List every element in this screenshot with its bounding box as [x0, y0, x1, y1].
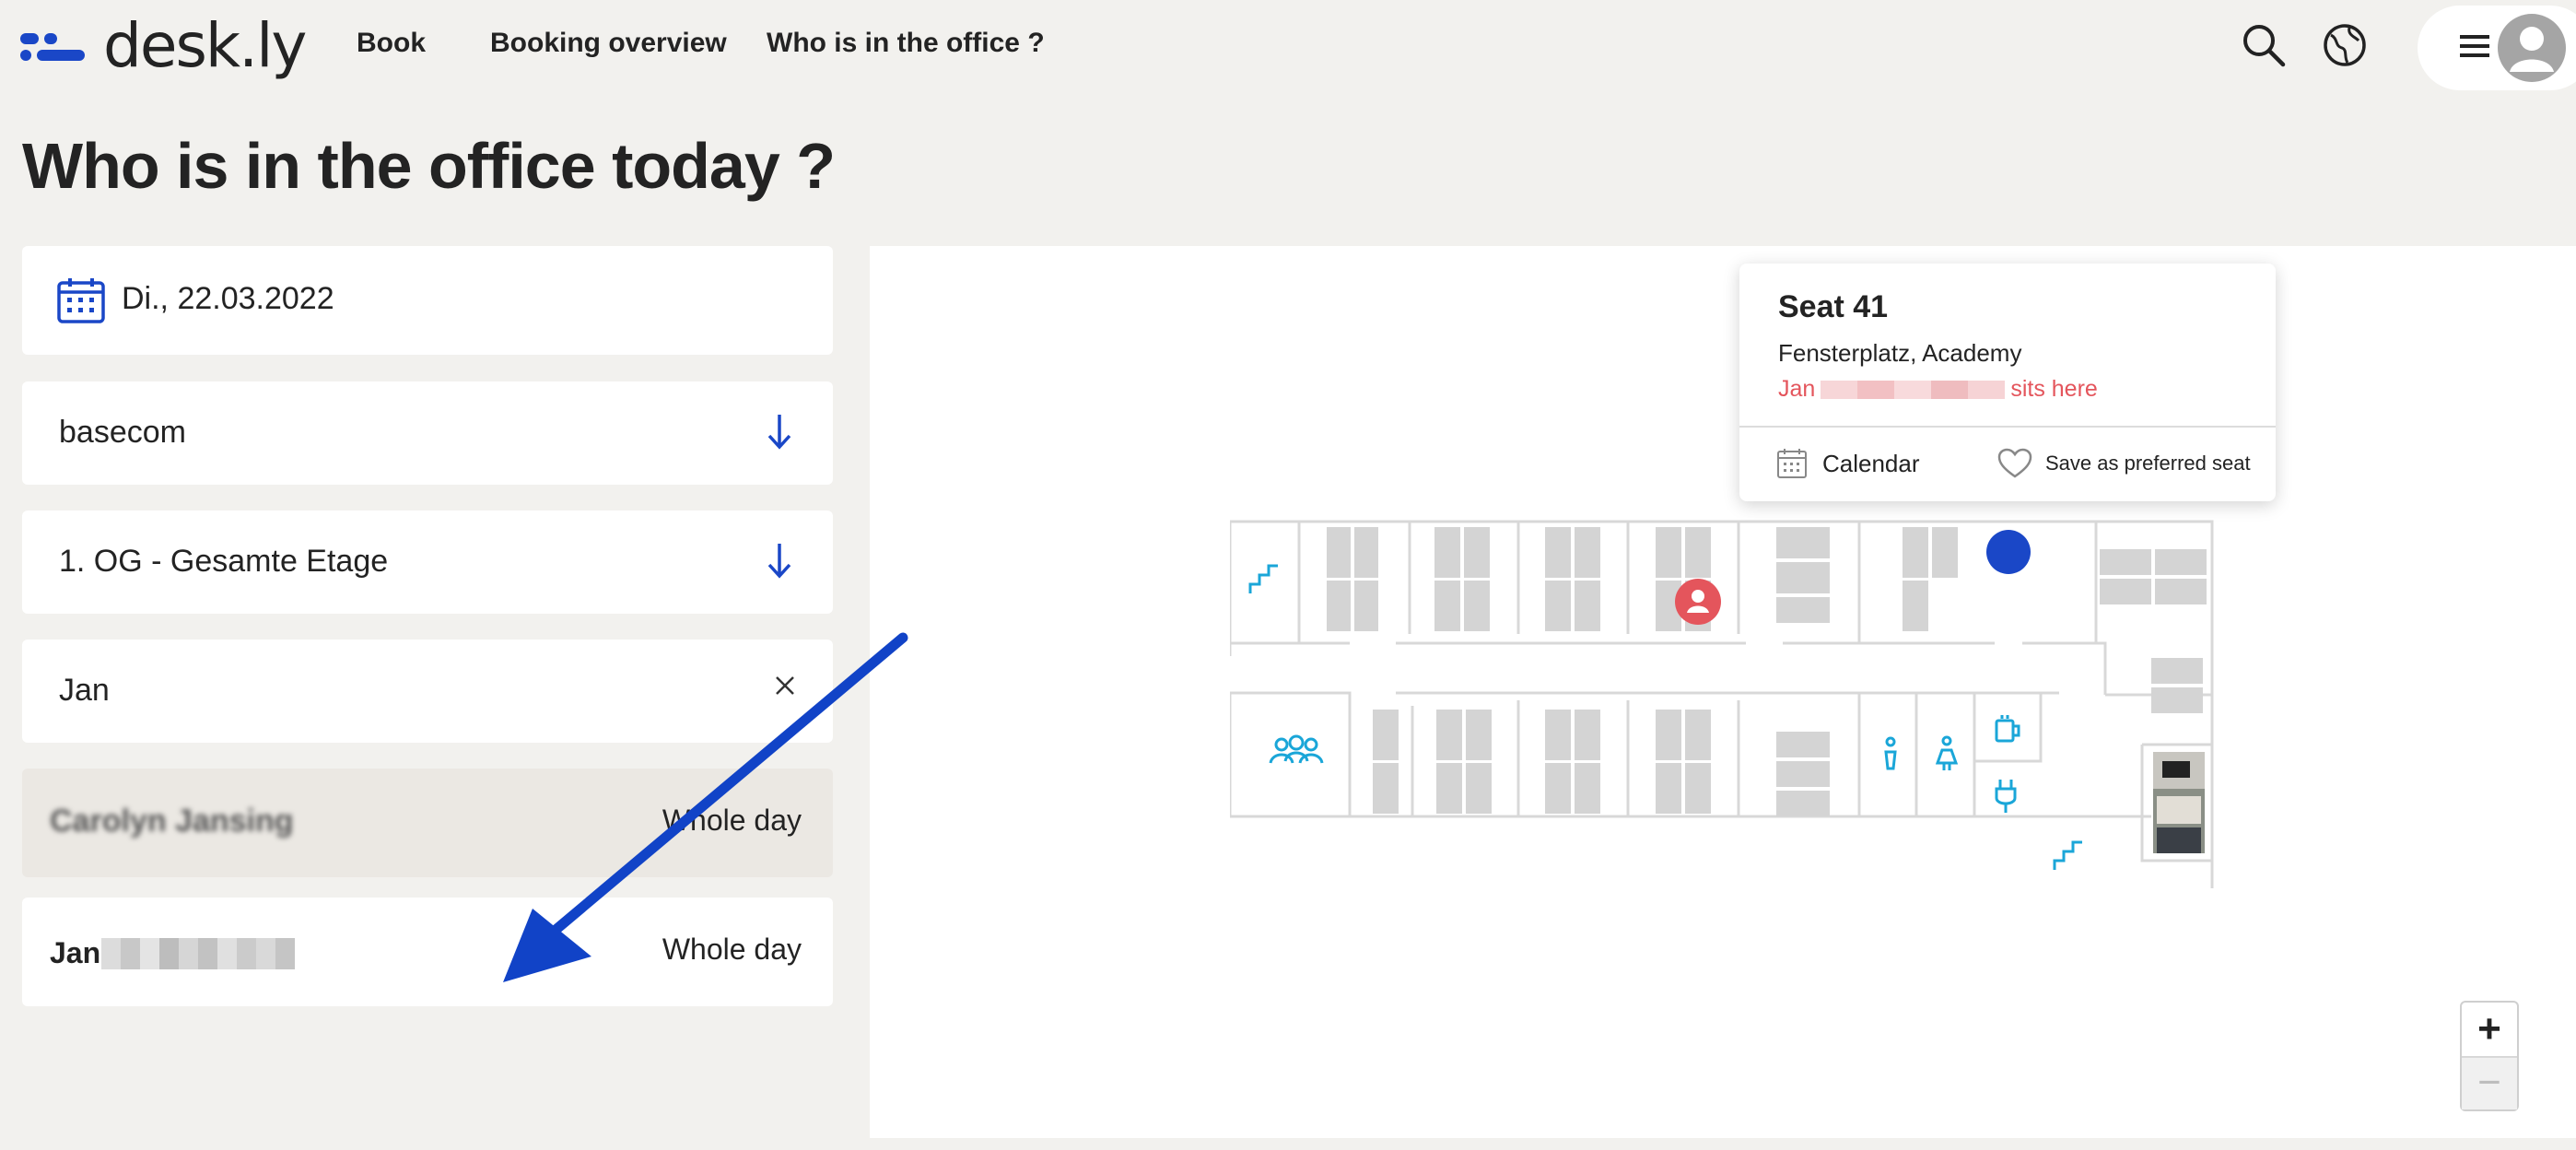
calendar-icon — [57, 277, 105, 328]
logo-text: desk.ly — [103, 10, 307, 81]
calendar-label: Calendar — [1822, 449, 1920, 477]
search-icon[interactable] — [2241, 22, 2287, 73]
floor-value: 1. OG - Gesamte Etage — [59, 544, 389, 579]
user-menu[interactable] — [2418, 6, 2576, 90]
result-row[interactable]: Carolyn Jansing Whole day — [22, 769, 833, 877]
date-value: Di., 22.03.2022 — [122, 281, 334, 316]
result-row[interactable]: Jan Whole day — [22, 898, 833, 1006]
arrow-down-icon — [767, 542, 792, 583]
redacted-surname — [101, 938, 295, 969]
page-title: Who is in the office today ? — [22, 130, 836, 202]
avatar-icon[interactable] — [2497, 13, 2567, 88]
seat-title: Seat 41 — [1778, 289, 1889, 324]
calendar-icon — [1777, 449, 1807, 478]
seat-attributes: Fensterplatz, Academy — [1778, 339, 2022, 367]
company-select[interactable]: basecom — [22, 381, 833, 485]
save-preferred-label: Save as preferred seat — [2045, 452, 2251, 475]
nav-who-is-in-office[interactable]: Who is in the office ? — [767, 28, 1045, 59]
redacted-surname — [1821, 381, 2006, 400]
seat-occupant: Jan sits here — [1778, 376, 2098, 402]
arrow-down-icon — [767, 413, 792, 454]
company-value: basecom — [59, 415, 186, 450]
result-name: Carolyn Jansing — [50, 804, 294, 839]
person-search-input[interactable]: Jan — [22, 640, 833, 743]
result-time: Whole day — [662, 804, 802, 837]
selected-seat-marker[interactable] — [1985, 529, 2032, 580]
result-name: Jan — [50, 936, 101, 969]
zoom-in-button[interactable]: + — [2462, 1003, 2517, 1056]
logo[interactable]: desk.ly — [20, 7, 307, 85]
divider — [1739, 426, 2276, 428]
occupied-seat-icon[interactable] — [1674, 578, 1722, 630]
nav-booking-overview[interactable]: Booking overview — [490, 28, 727, 59]
zoom-out-button[interactable]: − — [2462, 1058, 2517, 1109]
seat-popup: Seat 41 Fensterplatz, Academy Jan sits he… — [1739, 264, 2276, 501]
save-preferred-seat-button[interactable]: Save as preferred seat — [1997, 448, 2251, 479]
hamburger-menu-icon[interactable] — [2460, 33, 2491, 64]
heart-icon — [1997, 448, 2032, 478]
calendar-button[interactable]: Calendar — [1776, 448, 1920, 479]
clear-icon[interactable] — [774, 675, 796, 701]
logo-mark-icon — [20, 33, 85, 61]
floor-plan[interactable] — [1230, 520, 2216, 888]
nav-book[interactable]: Book — [357, 28, 426, 59]
zoom-controls: + − — [2460, 1001, 2519, 1111]
search-value: Jan — [59, 673, 110, 708]
date-picker[interactable]: Di., 22.03.2022 — [22, 246, 833, 355]
globe-language-icon[interactable] — [2322, 22, 2368, 73]
floor-select[interactable]: 1. OG - Gesamte Etage — [22, 510, 833, 614]
result-time: Whole day — [662, 933, 802, 966]
